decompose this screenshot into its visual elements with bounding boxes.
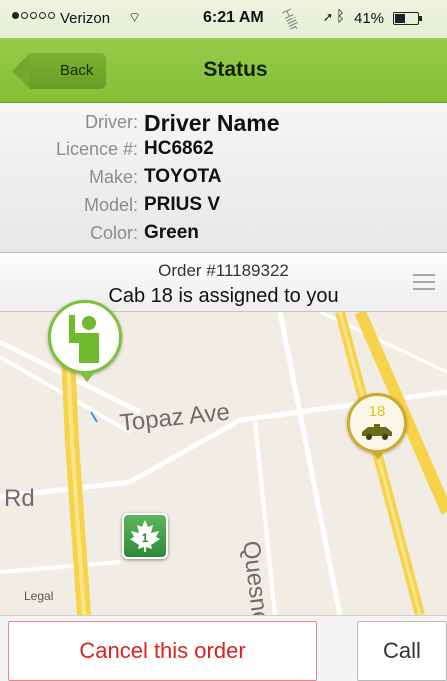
color-row: Color: Green xyxy=(0,220,447,248)
cab-marker-number: 18 xyxy=(368,403,386,420)
color-value: Green xyxy=(144,222,199,243)
pickup-location-marker[interactable] xyxy=(48,300,122,382)
bluetooth-icon: ᛒ xyxy=(336,8,346,25)
order-number: Order #11189322 xyxy=(158,261,289,280)
call-button[interactable]: Call xyxy=(357,621,447,681)
action-bar: Cancel this order Call xyxy=(0,615,447,681)
make-label: Make: xyxy=(88,167,138,187)
taxi-car-icon xyxy=(362,424,392,440)
highway-1-shield-icon: 1 xyxy=(122,513,168,559)
battery-percentage: 41% xyxy=(354,10,385,27)
hamburger-menu-icon[interactable] xyxy=(413,274,435,295)
map-legal-link[interactable]: Legal xyxy=(24,589,53,603)
make-value: TOYOTA xyxy=(144,166,222,187)
driver-label: Driver: xyxy=(85,112,138,132)
cancel-order-button[interactable]: Cancel this order xyxy=(8,621,317,681)
licence-label: Licence #: xyxy=(55,139,138,159)
clock: 6:21 AM xyxy=(203,9,264,26)
licence-row: Licence #: HC6862 xyxy=(0,136,447,164)
status-bar: Verizon ⌔ 6:21 AM ➚ ᛒ 41% xyxy=(0,0,447,38)
carrier-name: Verizon xyxy=(60,10,111,27)
driver-row: Driver: Driver Name xyxy=(0,108,447,136)
model-label: Model: xyxy=(83,195,138,215)
street-label-rd: Rd xyxy=(4,485,35,512)
model-value: PRIUS V xyxy=(144,194,221,215)
location-arrow-icon: ➚ xyxy=(323,10,334,24)
make-row: Make: TOYOTA xyxy=(0,164,447,192)
licence-value: HC6862 xyxy=(144,138,214,159)
person-waving-icon xyxy=(69,315,99,363)
color-label: Color: xyxy=(89,223,138,243)
page-title: Status xyxy=(203,58,268,81)
model-row: Model: PRIUS V xyxy=(0,192,447,220)
navigation-bar: Back Status xyxy=(0,38,447,103)
signal-strength-icon xyxy=(12,12,55,19)
driver-info-panel: Driver: Driver Name Licence #: HC6862 Ma… xyxy=(0,103,447,253)
cab-location-marker[interactable]: 18 xyxy=(347,393,407,460)
wifi-icon: ⌔ xyxy=(128,9,142,25)
battery-icon xyxy=(393,12,422,25)
highway-shield-number: 1 xyxy=(141,531,149,545)
driver-name: Driver Name xyxy=(144,110,280,136)
